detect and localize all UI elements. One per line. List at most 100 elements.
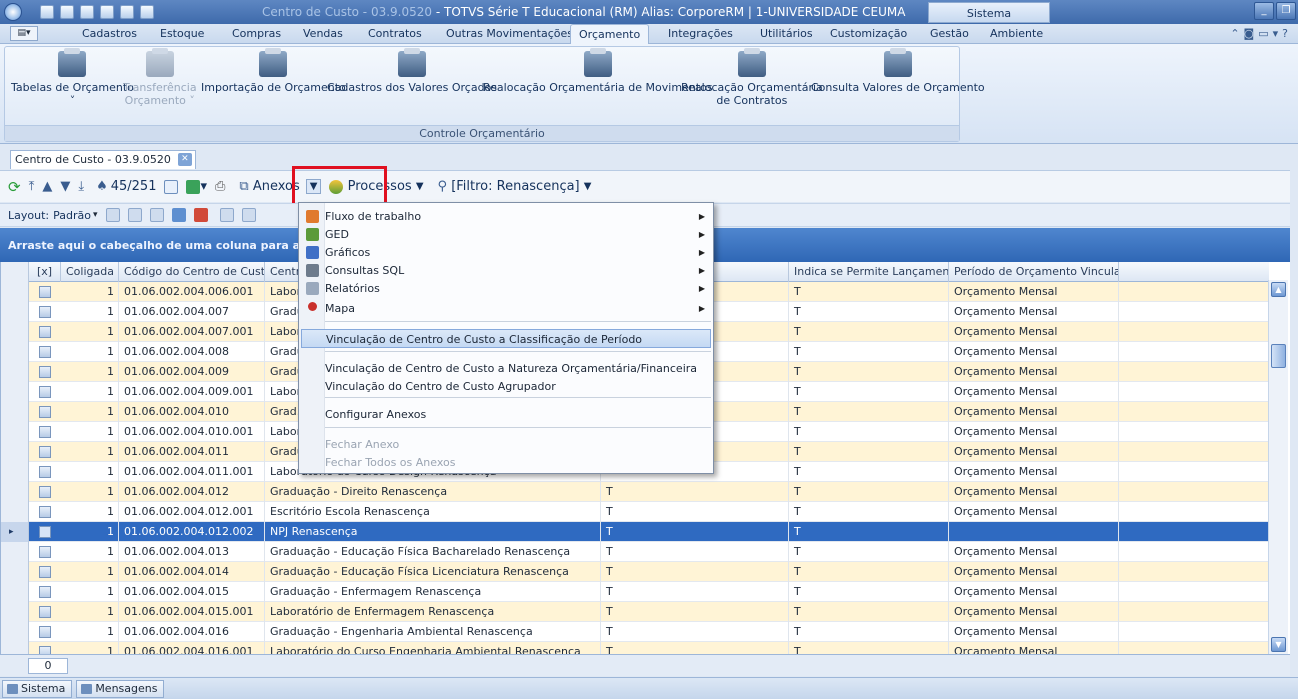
tab-contratos[interactable]: Contratos xyxy=(368,27,422,40)
ribbon-button-1[interactable]: Tabelas de Orçamento ˅ xyxy=(11,48,134,107)
menu-item-7[interactable]: Vinculação de Centro de Custo a Classifi… xyxy=(301,329,711,348)
row-checkbox[interactable] xyxy=(39,286,51,298)
scroll-up-icon[interactable]: ▲ xyxy=(1271,282,1286,297)
restore-icon[interactable]: ❐ xyxy=(1276,2,1296,20)
layout-home-icon[interactable] xyxy=(193,208,208,222)
table-row[interactable]: 1 01.06.002.004.013 Graduação - Educação F… xyxy=(1,542,1269,562)
row-checkbox[interactable] xyxy=(39,546,51,558)
row-indicator[interactable] xyxy=(1,422,29,442)
layout-chevron-icon[interactable]: ▾ xyxy=(93,210,98,220)
row-checkbox[interactable] xyxy=(39,626,51,638)
qat-window-icon[interactable] xyxy=(80,5,94,19)
menu-item-6[interactable]: Mapa ▶ xyxy=(301,299,711,318)
layout-columns-icon[interactable] xyxy=(149,208,164,222)
row-indicator[interactable] xyxy=(1,382,29,402)
column-header-6[interactable]: Indica se Permite Lançamentos xyxy=(789,262,949,282)
next-record-icon[interactable]: ▼ xyxy=(60,179,70,194)
row-indicator[interactable] xyxy=(1,302,29,322)
filter-button[interactable]: ⚲ [Filtro: Renascença] ▼ xyxy=(438,179,592,194)
tab-vendas[interactable]: Vendas xyxy=(303,27,343,40)
row-indicator[interactable] xyxy=(1,362,29,382)
row-indicator[interactable] xyxy=(1,502,29,522)
tab-or-amento[interactable]: Orçamento xyxy=(570,24,650,45)
scroll-thumb[interactable] xyxy=(1271,344,1286,368)
tab-outras-movimenta-es[interactable]: Outras Movimentações xyxy=(446,27,573,40)
ribbon-options-icons[interactable]: ⌃◙▭▾? xyxy=(1230,27,1292,40)
row-checkbox[interactable] xyxy=(39,606,51,618)
row-checkbox[interactable] xyxy=(39,406,51,418)
app-orb-icon[interactable] xyxy=(4,3,22,21)
status-button-sistema[interactable]: Sistema xyxy=(2,679,73,698)
row-checkbox[interactable] xyxy=(39,486,51,498)
document-tab[interactable]: Centro de Custo - 03.9.0520 ✕ xyxy=(10,150,196,169)
tab-customiza-o[interactable]: Customização xyxy=(830,27,907,40)
menu-item-1[interactable]: Fluxo de trabalho ▶ xyxy=(301,207,711,226)
row-indicator[interactable] xyxy=(1,402,29,422)
vertical-scrollbar[interactable]: ▲ ▼ xyxy=(1268,280,1288,654)
ribbon-button-7[interactable]: Consulta Valores de Orçamento xyxy=(811,48,985,94)
scroll-down-icon[interactable]: ▼ xyxy=(1271,637,1286,652)
row-checkbox[interactable] xyxy=(39,446,51,458)
layout-select[interactable]: Padrão xyxy=(53,209,91,222)
tab-cadastros[interactable]: Cadastros xyxy=(82,27,137,40)
row-checkbox[interactable] xyxy=(39,426,51,438)
row-checkbox[interactable] xyxy=(39,506,51,518)
menu-item-9[interactable]: Vinculação do Centro de Custo Agrupador xyxy=(301,377,711,396)
table-row[interactable]: 1 01.06.002.004.016.001 Laboratório do Cur… xyxy=(1,642,1269,654)
row-checkbox[interactable] xyxy=(39,306,51,318)
row-checkbox[interactable] xyxy=(39,526,51,538)
row-indicator[interactable] xyxy=(1,342,29,362)
status-button-mensagens[interactable]: Mensagens xyxy=(76,679,165,698)
row-checkbox[interactable] xyxy=(39,326,51,338)
grid-view-icon[interactable] xyxy=(164,179,179,194)
tab-compras[interactable]: Compras xyxy=(232,27,281,40)
row-indicator[interactable] xyxy=(1,542,29,562)
menu-item-5[interactable]: Relatórios ▶ xyxy=(301,279,711,298)
row-checkbox[interactable] xyxy=(39,346,51,358)
row-indicator[interactable] xyxy=(1,602,29,622)
menu-item-8[interactable]: Vinculação de Centro de Custo a Natureza… xyxy=(301,359,711,378)
qat-tools-icon[interactable] xyxy=(120,5,134,19)
row-indicator[interactable]: ▸ xyxy=(1,522,29,542)
row-indicator[interactable] xyxy=(1,582,29,602)
row-indicator[interactable] xyxy=(1,562,29,582)
minimize-icon[interactable]: _ xyxy=(1254,2,1274,20)
column-header-1[interactable]: [x] xyxy=(29,262,61,282)
ribbon-button-6[interactable]: Realocação Orçamentária de Contratos xyxy=(681,48,823,107)
tab-utilit-rios[interactable]: Utilitários xyxy=(760,27,813,40)
menu-item-4[interactable]: Consultas SQL ▶ xyxy=(301,261,711,280)
tab-gest-o[interactable]: Gestão xyxy=(930,27,969,40)
close-tab-icon[interactable]: ✕ xyxy=(177,153,192,166)
row-checkbox[interactable] xyxy=(39,646,51,654)
row-checkbox[interactable] xyxy=(39,566,51,578)
layout-sum-icon[interactable] xyxy=(241,208,256,222)
table-row[interactable]: 1 01.06.002.004.012 Graduação - Direito Re… xyxy=(1,482,1269,502)
qat-new-icon[interactable] xyxy=(60,5,74,19)
table-row[interactable]: ▸ 1 01.06.002.004.012.002 NPJ Renascença T T xyxy=(1,522,1269,542)
table-row[interactable]: 1 01.06.002.004.014 Graduação - Educação F… xyxy=(1,562,1269,582)
system-tab[interactable]: Sistema xyxy=(928,2,1050,23)
column-header-7[interactable]: Período de Orçamento Vinculado xyxy=(949,262,1119,282)
ribbon-button-5[interactable]: Realocação Orçamentária de Movimentos xyxy=(483,48,713,94)
tab-ambiente[interactable]: Ambiente xyxy=(990,27,1043,40)
first-record-icon[interactable]: ⤒ xyxy=(29,179,35,194)
tab-integra-es[interactable]: Integrações xyxy=(668,27,733,40)
table-row[interactable]: 1 01.06.002.004.016 Graduação - Engenharia… xyxy=(1,622,1269,642)
layout-save-icon[interactable] xyxy=(105,208,120,222)
previous-record-icon[interactable]: ▲ xyxy=(42,179,52,194)
table-row[interactable]: 1 01.06.002.004.015 Graduação - Enfermagem… xyxy=(1,582,1269,602)
actions-icon[interactable]: ▾ xyxy=(186,179,207,194)
anexos-button[interactable]: ⧉ Anexos xyxy=(239,179,299,194)
row-indicator[interactable] xyxy=(1,322,29,342)
table-row[interactable]: 1 01.06.002.004.012.001 Escritório Escola … xyxy=(1,502,1269,522)
qat-refresh-icon[interactable] xyxy=(40,5,54,19)
ribbon-button-3[interactable]: Importação de Orçamento xyxy=(201,48,346,94)
row-checkbox[interactable] xyxy=(39,366,51,378)
row-indicator[interactable] xyxy=(1,462,29,482)
table-row[interactable]: 1 01.06.002.004.015.001 Laboratório de Enf… xyxy=(1,602,1269,622)
row-checkbox[interactable] xyxy=(39,466,51,478)
ribbon-button-4[interactable]: Cadastros dos Valores Orçados xyxy=(327,48,497,94)
last-record-icon[interactable]: ⤓ xyxy=(78,179,84,194)
row-checkbox[interactable] xyxy=(39,386,51,398)
menu-item-2[interactable]: GED ▶ xyxy=(301,225,711,244)
